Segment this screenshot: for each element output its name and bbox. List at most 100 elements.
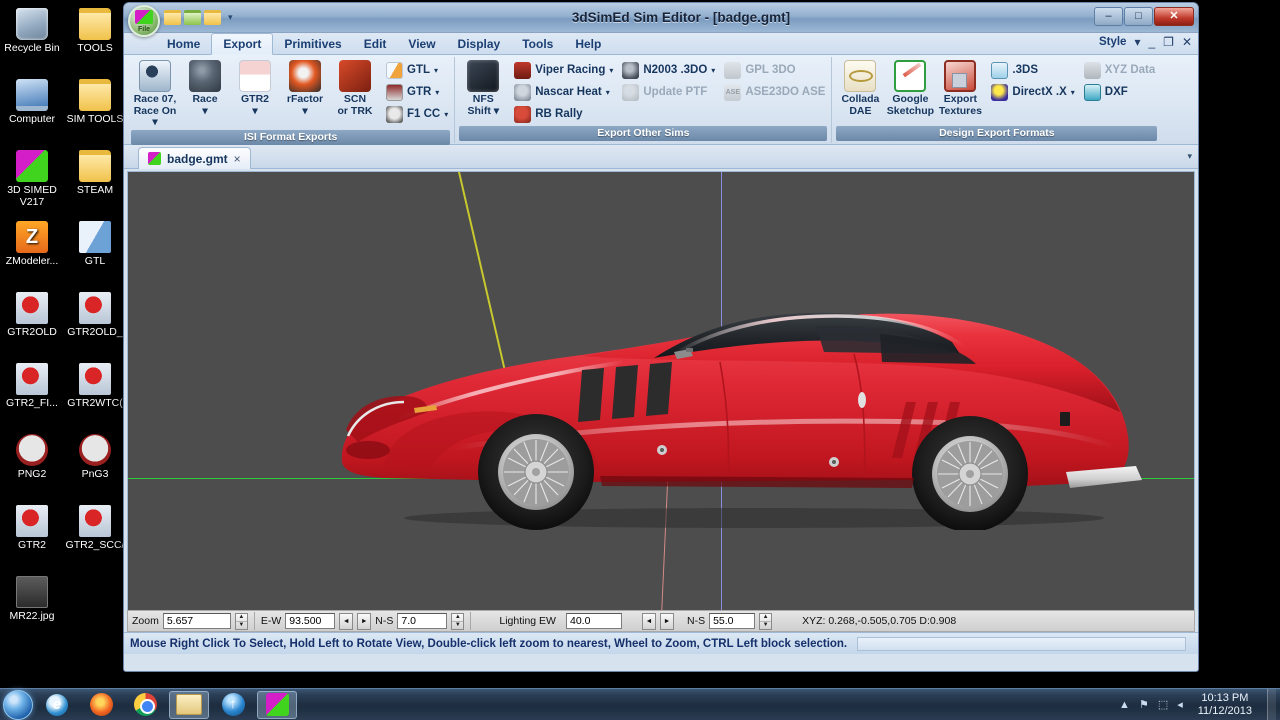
ribbon-button-scn-or-trk[interactable]: SCN or TRK: [330, 59, 380, 118]
lighting-ns-stepper-up[interactable]: ▲: [760, 614, 772, 622]
style-dropdown-icon[interactable]: ▾: [1134, 35, 1140, 49]
desktop-icon-zmodeler[interactable]: Z ZModeler...: [1, 221, 63, 268]
document-tab-close-icon[interactable]: ×: [234, 152, 241, 166]
ns-stepper[interactable]: ▲ ▼: [451, 612, 465, 630]
zoom-stepper-down[interactable]: ▼: [236, 622, 247, 629]
desktop-icon-tools[interactable]: TOOLS: [64, 8, 126, 55]
ribbon-button-google-sketchup[interactable]: Google Sketchup: [885, 59, 935, 118]
desktop-icon-sim-tools[interactable]: SIM TOOLS: [64, 79, 126, 126]
desktop-icon-gtr2-scc[interactable]: GTR2_SCC/: [64, 505, 126, 552]
lighting-ns-stepper-down[interactable]: ▼: [760, 622, 771, 629]
ribbon-button-race[interactable]: Race ▾: [180, 59, 230, 118]
3dsimed-taskbar-icon[interactable]: [265, 693, 289, 716]
ribbon-button-rfactor[interactable]: rFactor ▾: [280, 59, 330, 118]
desktop-icon-gtr2[interactable]: GTR2: [1, 505, 63, 552]
show-hidden-icons-icon[interactable]: ▲: [1119, 699, 1130, 711]
windows-explorer-icon[interactable]: [176, 694, 202, 715]
lighting-ns-stepper[interactable]: ▲ ▼: [759, 612, 773, 630]
internet-explorer-icon[interactable]: e: [46, 693, 68, 716]
desktop-icon-gtr2-fi[interactable]: GTR2_FI...: [1, 363, 63, 410]
desktop-icon-steam[interactable]: STEAM: [64, 150, 126, 197]
chevron-down-icon[interactable]: ▾: [1071, 88, 1075, 97]
desktop-icon-mr22-jpg[interactable]: MR22.jpg: [1, 576, 63, 623]
ribbon-button-viper-racing[interactable]: Viper Racing ▾: [511, 59, 616, 81]
taskbar-item-upload[interactable]: ↑: [213, 691, 253, 719]
lighting-ew-input[interactable]: 40.0: [565, 613, 622, 629]
ns-stepper-up[interactable]: ▲: [452, 614, 464, 622]
ew-input[interactable]: 93.500: [285, 613, 336, 629]
ns-input[interactable]: 7.0: [397, 613, 448, 629]
ribbon-tab-display[interactable]: Display: [447, 33, 512, 55]
ew-increase-button[interactable]: ►: [357, 612, 372, 630]
desktop-icon-recycle-bin[interactable]: Recycle Bin: [1, 8, 63, 55]
network-icon[interactable]: ⬚: [1158, 698, 1168, 711]
doc-minimize-button[interactable]: _: [1148, 35, 1155, 49]
taskbar-item-chrome[interactable]: [125, 691, 165, 719]
taskbar-item-internet-explorer[interactable]: e: [37, 691, 77, 719]
ew-decrease-button[interactable]: ◄: [339, 612, 354, 630]
taskbar-item-firefox[interactable]: [81, 691, 121, 719]
close-button[interactable]: ✕: [1154, 7, 1194, 26]
3d-viewport[interactable]: [127, 171, 1195, 623]
chevron-down-icon[interactable]: ▾: [434, 66, 438, 75]
desktop-icon-gtr2old[interactable]: GTR2OLD_: [64, 292, 126, 339]
maximize-button[interactable]: □: [1124, 7, 1153, 26]
zoom-input[interactable]: 5.657: [162, 613, 231, 629]
desktop-icon-png3[interactable]: PnG3: [64, 434, 126, 481]
chevron-down-icon[interactable]: ▾: [444, 110, 448, 119]
lighting-ns-input[interactable]: 55.0: [709, 613, 756, 629]
ribbon-button-race-07-race-on[interactable]: Race 07, Race On ▾: [130, 59, 180, 130]
chevron-down-icon[interactable]: ▾: [435, 88, 439, 97]
doc-close-button[interactable]: ✕: [1182, 35, 1192, 49]
ribbon-button-export-textures[interactable]: Export Textures: [935, 59, 985, 118]
ribbon-button-rb-rally[interactable]: RB Rally: [511, 103, 616, 125]
ribbon-button-directx-x[interactable]: DirectX .X ▾: [988, 81, 1077, 103]
ns-stepper-down[interactable]: ▼: [452, 622, 463, 629]
firefox-icon[interactable]: [89, 693, 113, 716]
zoom-stepper-up[interactable]: ▲: [235, 614, 247, 622]
zoom-stepper[interactable]: ▲ ▼: [234, 612, 248, 630]
desktop-icon-gtr2wtc[interactable]: GTR2WTC(: [64, 363, 126, 410]
ribbon-button-gtr2[interactable]: GTR2 ▾: [230, 59, 280, 118]
ribbon-tab-help[interactable]: Help: [564, 33, 612, 55]
desktop-icon-gtr2old[interactable]: GTR2OLD: [1, 292, 63, 339]
ribbon-tab-tools[interactable]: Tools: [511, 33, 564, 55]
volume-icon[interactable]: ◂: [1177, 698, 1183, 711]
ribbon-tab-view[interactable]: View: [397, 33, 446, 55]
ribbon-button-gtr[interactable]: GTR ▾: [383, 81, 451, 103]
ribbon-button-n2003-3do[interactable]: N2003 .3DO ▾: [619, 59, 718, 81]
doc-restore-button[interactable]: ❐: [1163, 35, 1174, 49]
ribbon-button-gtl[interactable]: GTL ▾: [383, 59, 451, 81]
ribbon-button-collada-dae[interactable]: Collada DAE: [835, 59, 885, 118]
chevron-down-icon[interactable]: ▾: [609, 66, 613, 75]
file-orb-button[interactable]: File: [128, 5, 160, 37]
taskbar-item-3dsimed[interactable]: [257, 690, 297, 719]
ribbon-button-f1-cc[interactable]: F1 CC ▾: [383, 103, 451, 125]
lighting-ew-increase-button[interactable]: ►: [659, 612, 674, 630]
ribbon-button-3ds[interactable]: .3DS: [988, 59, 1077, 81]
desktop-icon-computer[interactable]: Computer: [1, 79, 63, 126]
minimize-button[interactable]: –: [1094, 7, 1123, 26]
flag-action-center-icon[interactable]: ⚑: [1139, 698, 1149, 711]
taskbar-item-explorer[interactable]: [169, 690, 209, 719]
show-desktop-button[interactable]: [1267, 688, 1276, 720]
document-tabbar-dropdown-icon[interactable]: ▾: [1187, 151, 1192, 162]
chrome-icon[interactable]: [133, 693, 157, 716]
document-tab-badge-gmt[interactable]: badge.gmt ×: [138, 147, 251, 169]
desktop-icon-3d-simed-v217[interactable]: 3D SIMED V217: [1, 150, 63, 208]
desktop-icon-gtl[interactable]: GTL: [64, 221, 126, 268]
clock[interactable]: 10:13 PM 11/12/2013: [1192, 692, 1258, 718]
ribbon-tab-primitives[interactable]: Primitives: [273, 33, 352, 55]
upload-arrow-icon[interactable]: ↑: [221, 693, 245, 716]
ribbon-tab-export[interactable]: Export: [211, 33, 274, 55]
ribbon-button-nfs-shift[interactable]: NFS Shift ▾: [458, 59, 508, 118]
ribbon-tab-edit[interactable]: Edit: [353, 33, 398, 55]
ribbon-tab-home[interactable]: Home: [156, 33, 211, 55]
ribbon-button-nascar-heat[interactable]: Nascar Heat ▾: [511, 81, 616, 103]
ribbon-button-dxf[interactable]: DXF: [1081, 81, 1159, 103]
car-3d-model[interactable]: [324, 290, 1148, 530]
chevron-down-icon[interactable]: ▾: [606, 88, 610, 97]
desktop-icon-png2[interactable]: PNG2: [1, 434, 63, 481]
lighting-ew-decrease-button[interactable]: ◄: [641, 612, 656, 630]
style-label[interactable]: Style: [1099, 36, 1127, 48]
